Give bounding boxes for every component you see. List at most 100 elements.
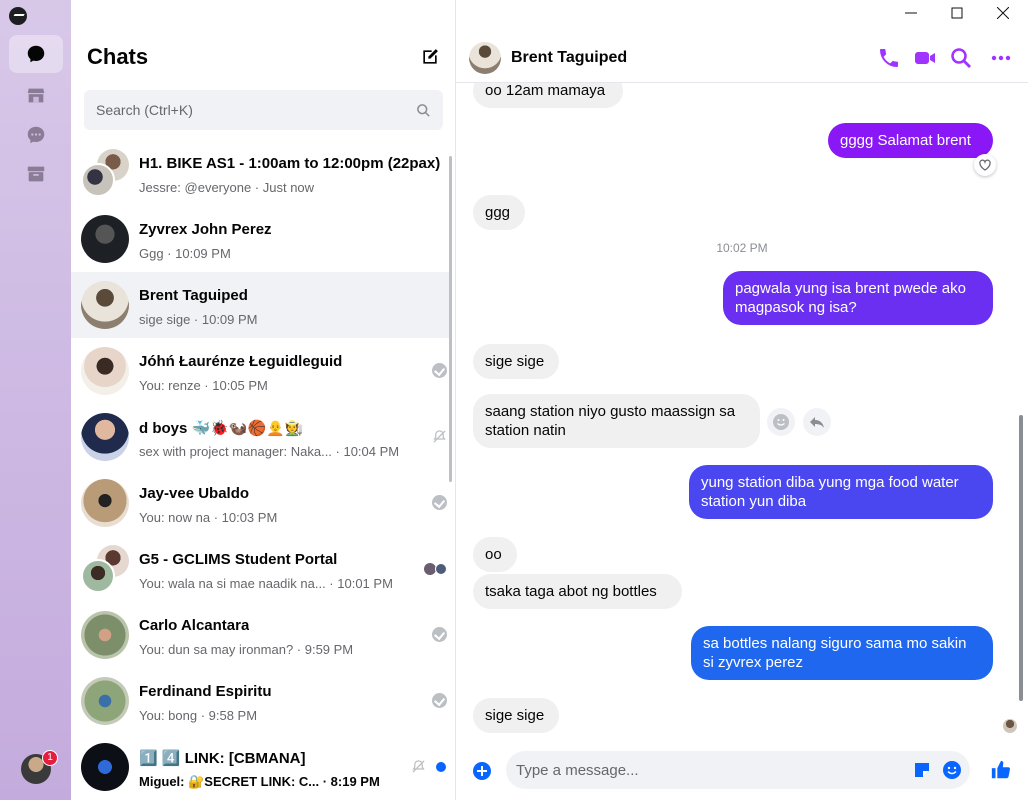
conversation-item[interactable]: d boys 🐳🐞🦦🏀🧑‍🦲🧑‍🌾 sex with project manag…	[71, 404, 451, 470]
emoji-icon[interactable]	[942, 760, 962, 780]
conversation-item[interactable]: Jay-vee Ubaldo You: now na · 10:03 PM	[71, 470, 451, 536]
group-avatar	[81, 149, 129, 197]
heart-reaction-icon[interactable]	[974, 154, 996, 176]
minimize-icon	[905, 12, 917, 14]
contact-name[interactable]: Brent Taguiped	[511, 49, 627, 67]
sticker-icon[interactable]	[912, 760, 932, 780]
maximize-button[interactable]	[934, 0, 980, 26]
incoming-message[interactable]: tsaka taga abot ng bottles	[473, 574, 682, 609]
search-input[interactable]	[96, 90, 396, 130]
conversation-name: Jay-vee Ubaldo	[139, 485, 250, 502]
react-emoji-button[interactable]	[767, 408, 795, 436]
add-attachment-icon[interactable]	[472, 761, 492, 781]
messenger-logo-icon	[9, 7, 27, 25]
navigation-rail: 1	[0, 0, 71, 800]
phone-call-icon[interactable]	[877, 46, 901, 70]
conversation-item[interactable]: 1️⃣ 4️⃣ LINK: [CBMANA] Miguel: 🔐SECRET L…	[71, 734, 451, 800]
contact-avatar	[81, 743, 129, 791]
thumbs-up-icon[interactable]	[990, 759, 1012, 781]
conversation-preview: sige sige · 10:09 PM	[139, 312, 258, 327]
rail-archive-button[interactable]	[9, 155, 63, 193]
unread-dot	[436, 762, 446, 772]
incoming-message[interactable]: saang station niyo gusto maassign sa sta…	[473, 394, 760, 448]
incoming-message[interactable]: oo 12am mamaya	[473, 83, 623, 108]
conversation-name: Ferdinand Espiritu	[139, 683, 272, 700]
contact-avatar	[81, 479, 129, 527]
store-icon	[27, 88, 45, 103]
chat-bubble-icon	[27, 45, 45, 63]
outgoing-message[interactable]: sa bottles nalang siguro sama mo sakin s…	[691, 626, 993, 680]
search-box[interactable]	[84, 90, 443, 130]
reply-icon	[810, 417, 824, 428]
contact-avatar	[81, 677, 129, 725]
conversation-preview: Ggg · 10:09 PM	[139, 246, 231, 261]
conversation-preview: You: wala na si mae naadik na... · 10:01…	[139, 576, 393, 591]
conversation-name: Jóhń Łaurénze Łeguidleguid	[139, 353, 343, 370]
smiley-icon	[773, 414, 789, 430]
seen-check-icon	[432, 495, 447, 510]
incoming-message[interactable]: oo	[473, 537, 517, 572]
incoming-message[interactable]: sige sige	[473, 698, 559, 733]
seen-check-icon	[432, 627, 447, 642]
message-thread: oo 12am mamaya gggg Salamat brent ggg 10…	[456, 83, 1028, 743]
new-message-icon[interactable]	[420, 47, 440, 67]
page-title: Chats	[87, 44, 149, 69]
close-button[interactable]	[980, 0, 1026, 26]
contact-avatar[interactable]	[469, 42, 501, 74]
outgoing-message[interactable]: gggg Salamat brent	[828, 123, 993, 158]
more-options-icon[interactable]	[989, 46, 1013, 70]
reply-button[interactable]	[803, 408, 831, 436]
conversation-item[interactable]: Jóhń Łaurénze Łeguidleguid You: renze · …	[71, 338, 451, 404]
rail-requests-button[interactable]	[9, 116, 63, 154]
contact-avatar	[81, 413, 129, 461]
contact-avatar	[81, 215, 129, 263]
maximize-icon	[951, 7, 963, 19]
message-input-box[interactable]	[506, 751, 970, 789]
outgoing-message[interactable]: yung station diba yung mga food water st…	[689, 465, 993, 519]
message-composer	[456, 743, 1028, 800]
conversation-preview: You: now na · 10:03 PM	[139, 510, 278, 525]
conversation-preview: You: dun sa may ironman? · 9:59 PM	[139, 642, 354, 657]
conversation-pane: Brent Taguiped oo 12am mamaya gggg Salam…	[456, 0, 1030, 800]
conversation-item[interactable]: Carlo Alcantara You: dun sa may ironman?…	[71, 602, 451, 668]
message-requests-icon	[27, 126, 45, 144]
conversation-name: Carlo Alcantara	[139, 617, 250, 634]
rail-chats-button[interactable]	[9, 35, 63, 73]
chat-list-scrollbar[interactable]	[449, 156, 452, 482]
conversation-name: d boys 🐳🐞🦦🏀🧑‍🦲🧑‍🌾	[139, 420, 304, 437]
conversation-preview: sex with project manager: Naka... · 10:0…	[139, 444, 400, 459]
minimize-button[interactable]	[888, 0, 934, 26]
conversation-name: 1️⃣ 4️⃣ LINK: [CBMANA]	[139, 750, 306, 767]
conversation-item-selected[interactable]: Brent Taguiped sige sige · 10:09 PM	[71, 272, 451, 338]
conversation-name: Zyvrex John Perez	[139, 221, 272, 238]
muted-bell-icon	[412, 760, 425, 773]
conversation-item[interactable]: H1. BIKE AS1 - 1:00am to 12:00pm (22pax)…	[71, 140, 451, 206]
incoming-message[interactable]: ggg	[473, 195, 525, 230]
conversation-preview: You: bong · 9:58 PM	[139, 708, 258, 723]
conversation-header: Brent Taguiped	[456, 26, 1028, 83]
conversation-item[interactable]: Ferdinand Espiritu You: bong · 9:58 PM	[71, 668, 451, 734]
archive-icon	[27, 166, 45, 182]
outgoing-message[interactable]: pagwala yung isa brent pwede ako magpaso…	[723, 271, 993, 325]
seen-check-icon	[432, 693, 447, 708]
message-timestamp: 10:02 PM	[716, 241, 768, 255]
message-input[interactable]	[516, 751, 896, 789]
seen-check-icon	[432, 363, 447, 378]
contact-avatar	[81, 347, 129, 395]
conversation-preview: You: renze · 10:05 PM	[139, 378, 268, 393]
muted-bell-icon	[433, 430, 446, 443]
search-icon[interactable]	[949, 46, 973, 70]
video-call-icon[interactable]	[913, 46, 937, 70]
conversation-name: Brent Taguiped	[139, 287, 248, 304]
conversation-name: H1. BIKE AS1 - 1:00am to 12:00pm (22pax)	[139, 155, 441, 172]
contact-avatar	[81, 611, 129, 659]
conversation-item[interactable]: G5 - GCLIMS Student Portal You: wala na …	[71, 536, 451, 602]
conversation-preview: Jessre: @everyone · Just now	[139, 180, 315, 195]
incoming-message[interactable]: sige sige	[473, 344, 559, 379]
notification-badge: 1	[42, 750, 58, 766]
conversation-scrollbar[interactable]	[1019, 415, 1023, 701]
contact-avatar	[81, 281, 129, 329]
conversation-preview: Miguel: 🔐SECRET LINK: C... · 8:19 PM	[139, 774, 380, 789]
rail-marketplace-button[interactable]	[9, 76, 63, 114]
conversation-item[interactable]: Zyvrex John Perez Ggg · 10:09 PM	[71, 206, 451, 272]
